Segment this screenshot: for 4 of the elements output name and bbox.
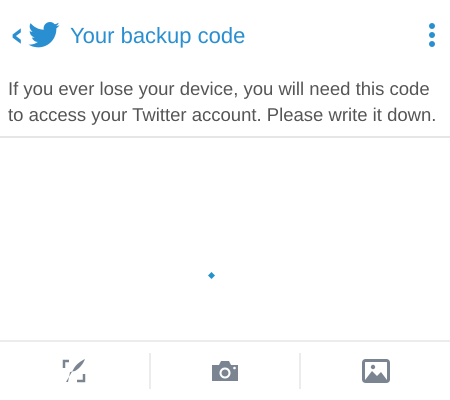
screen-title: Your backup code [70, 22, 246, 50]
bird-icon [28, 22, 60, 48]
instruction-text: If you ever lose your device, you will need this code to access your Twitter account. Please write it down. [0, 70, 450, 138]
back-button[interactable]: ‹ [6, 18, 28, 52]
